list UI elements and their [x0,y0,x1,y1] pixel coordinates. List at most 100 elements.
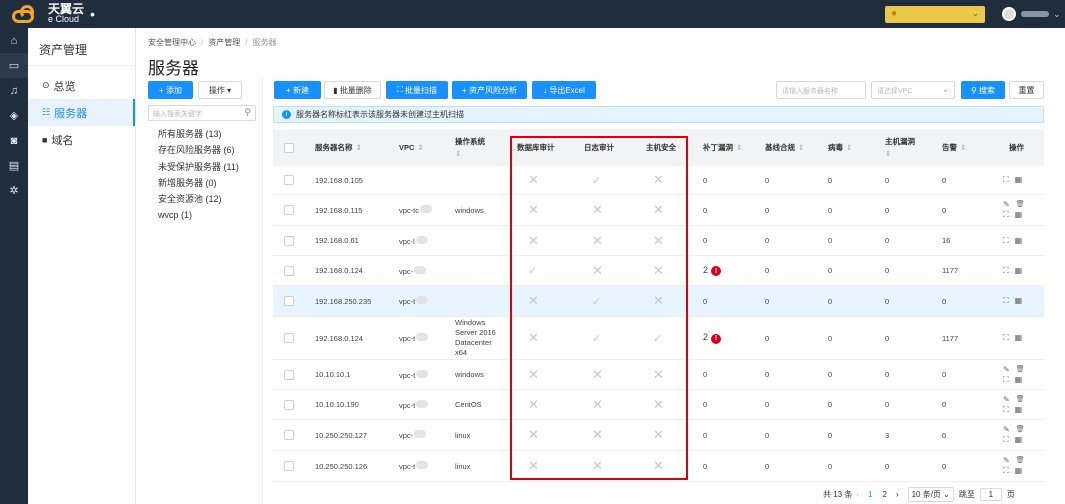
vuln-cell[interactable]: 0 [885,256,889,285]
patch-value[interactable]: 2 [703,265,708,275]
prev-page-icon[interactable]: ‹ [856,490,859,499]
baseline-cell[interactable]: 0 [765,390,769,419]
scan-icon[interactable]: ⛶ [1003,466,1009,476]
server-name[interactable]: 192.168.0.105 [315,176,363,185]
vuln-value[interactable]: 0 [885,297,889,306]
virus-cell[interactable]: 0 [828,286,832,316]
alerts-value[interactable]: 0 [942,400,946,409]
asset-icon[interactable]: ▭ [0,53,28,78]
page-2[interactable]: 2 [882,490,886,499]
details-icon[interactable]: ▦ [1015,296,1023,306]
virus-value[interactable]: 0 [828,266,832,275]
row-checkbox-cell[interactable] [284,166,294,194]
ops-cell[interactable]: ⛶ ▦ [1003,317,1022,359]
baseline-value[interactable]: 0 [765,176,769,185]
scan-icon[interactable]: ⛶ [1003,435,1009,445]
details-icon[interactable]: ▦ [1015,375,1023,385]
patch-cell[interactable]: 0 [703,360,707,389]
baseline-value[interactable]: 0 [765,370,769,379]
patch-cell[interactable]: 2! [703,317,722,359]
tree-item[interactable]: 未受保护服务器 (11) [158,159,239,175]
patch-cell[interactable]: 0 [703,195,707,225]
scan-icon[interactable]: ⛶ [1003,175,1009,185]
vuln-cell[interactable]: 3 [885,420,889,450]
alerts-cell[interactable]: 1177 [942,256,958,285]
server-name-cell[interactable]: 192.168.0.61 [315,226,359,255]
batch-delete-button[interactable]: ▮ 批量删除 [324,81,381,99]
details-icon[interactable]: ▦ [1015,435,1023,445]
vuln-cell[interactable]: 0 [885,195,889,225]
details-icon[interactable]: ▦ [1015,210,1023,220]
patch-value[interactable]: 0 [703,462,707,471]
sidebar-item-servers[interactable]: ☷ 服务器 [28,99,135,126]
user-menu[interactable]: ⌄ [1002,7,1061,21]
col-virus[interactable]: 病毒 ⇕ [828,129,852,166]
virus-cell[interactable]: 0 [828,317,832,359]
vuln-cell[interactable]: 0 [885,360,889,389]
table-row[interactable]: 10.250.250.126 vpc-t linux ✕ ✕ ✕ 0 0 0 0 0 ✎ 🗑 ⛶ ▦ [273,451,1044,482]
breadcrumb-item[interactable]: 安全管理中心 [148,38,196,47]
baseline-cell[interactable]: 0 [765,166,769,194]
virus-cell[interactable]: 0 [828,420,832,450]
alerts-value[interactable]: 0 [942,206,946,215]
vuln-value[interactable]: 0 [885,206,889,215]
virus-value[interactable]: 0 [828,206,832,215]
scan-icon[interactable]: ⛶ [1003,236,1009,246]
next-page-icon[interactable]: › [896,490,899,499]
row-checkbox-cell[interactable] [284,256,294,285]
ops-cell[interactable]: ✎ 🗑 ⛶ ▦ [1003,420,1025,450]
server-name-cell[interactable]: 10.250.250.126 [315,451,367,481]
vuln-value[interactable]: 3 [885,431,889,440]
database-icon[interactable]: ▤ [0,153,28,178]
baseline-cell[interactable]: 0 [765,286,769,316]
vuln-cell[interactable]: 0 [885,317,889,359]
col-vpc[interactable]: VPC ⇕ [399,129,424,166]
patch-cell[interactable]: 0 [703,420,707,450]
baseline-cell[interactable]: 0 [765,360,769,389]
patch-value[interactable]: 0 [703,236,707,245]
baseline-cell[interactable]: 0 [765,317,769,359]
alerts-cell[interactable]: 0 [942,360,946,389]
row-checkbox-cell[interactable] [284,317,294,359]
patch-cell[interactable]: 0 [703,390,707,419]
details-icon[interactable]: ▦ [1015,405,1023,415]
row-checkbox-cell[interactable] [284,451,294,481]
details-icon[interactable]: ▦ [1015,236,1023,246]
server-name[interactable]: 10.10.10.1 [315,370,350,379]
vuln-value[interactable]: 0 [885,370,889,379]
row-checkbox[interactable] [284,461,294,471]
vuln-value[interactable]: 0 [885,334,889,343]
table-row[interactable]: 192.168.0.105 ✕ ✓ ✕ 0 0 0 0 0 ⛶ ▦ [273,166,1044,195]
alerts-value[interactable]: 16 [942,236,950,245]
page-1[interactable]: 1 [868,490,872,499]
bell-icon[interactable]: ♫ [0,78,28,103]
vuln-cell[interactable]: 0 [885,451,889,481]
alerts-cell[interactable]: 0 [942,420,946,450]
baseline-value[interactable]: 0 [765,297,769,306]
edit-icon[interactable]: ✎ [1003,365,1010,374]
trash-icon[interactable]: 🗑 [1016,395,1025,404]
server-name[interactable]: 192.168.0.115 [315,206,362,215]
server-name-cell[interactable]: 192.168.0.124 [315,256,363,285]
server-name[interactable]: 192.168.250.235 [315,297,371,306]
ops-cell[interactable]: ⛶ ▦ [1003,256,1022,285]
vuln-cell[interactable]: 0 [885,286,889,316]
server-name-cell[interactable]: 192.168.0.115 [315,195,362,225]
brand-logo[interactable]: 天翼云 e Cloud • [10,3,95,24]
table-row[interactable]: 10.10.10.190 vpc-t CentOS ✕ ✕ ✕ 0 0 0 0 0 ✎ 🗑 ⛶ ▦ [273,390,1044,420]
virus-cell[interactable]: 0 [828,226,832,255]
server-name-cell[interactable]: 192.168.0.105 [315,166,363,194]
alerts-cell[interactable]: 0 [942,286,946,316]
details-icon[interactable]: ▦ [1015,466,1023,476]
patch-cell[interactable]: 0 [703,226,707,255]
server-name-cell[interactable]: 192.168.250.235 [315,286,371,316]
server-name-cell[interactable]: 192.168.0.124 [315,317,363,359]
patch-value[interactable]: 2 [703,332,708,342]
scan-icon[interactable]: ⛶ [1003,405,1009,415]
patch-value[interactable]: 0 [703,297,707,306]
ops-cell[interactable]: ✎ 🗑 ⛶ ▦ [1003,390,1025,419]
vuln-cell[interactable]: 0 [885,166,889,194]
ops-cell[interactable]: ⛶ ▦ [1003,286,1022,316]
risk-analysis-button[interactable]: + 资产风险分析 [452,81,527,99]
alerts-value[interactable]: 1177 [942,266,958,275]
